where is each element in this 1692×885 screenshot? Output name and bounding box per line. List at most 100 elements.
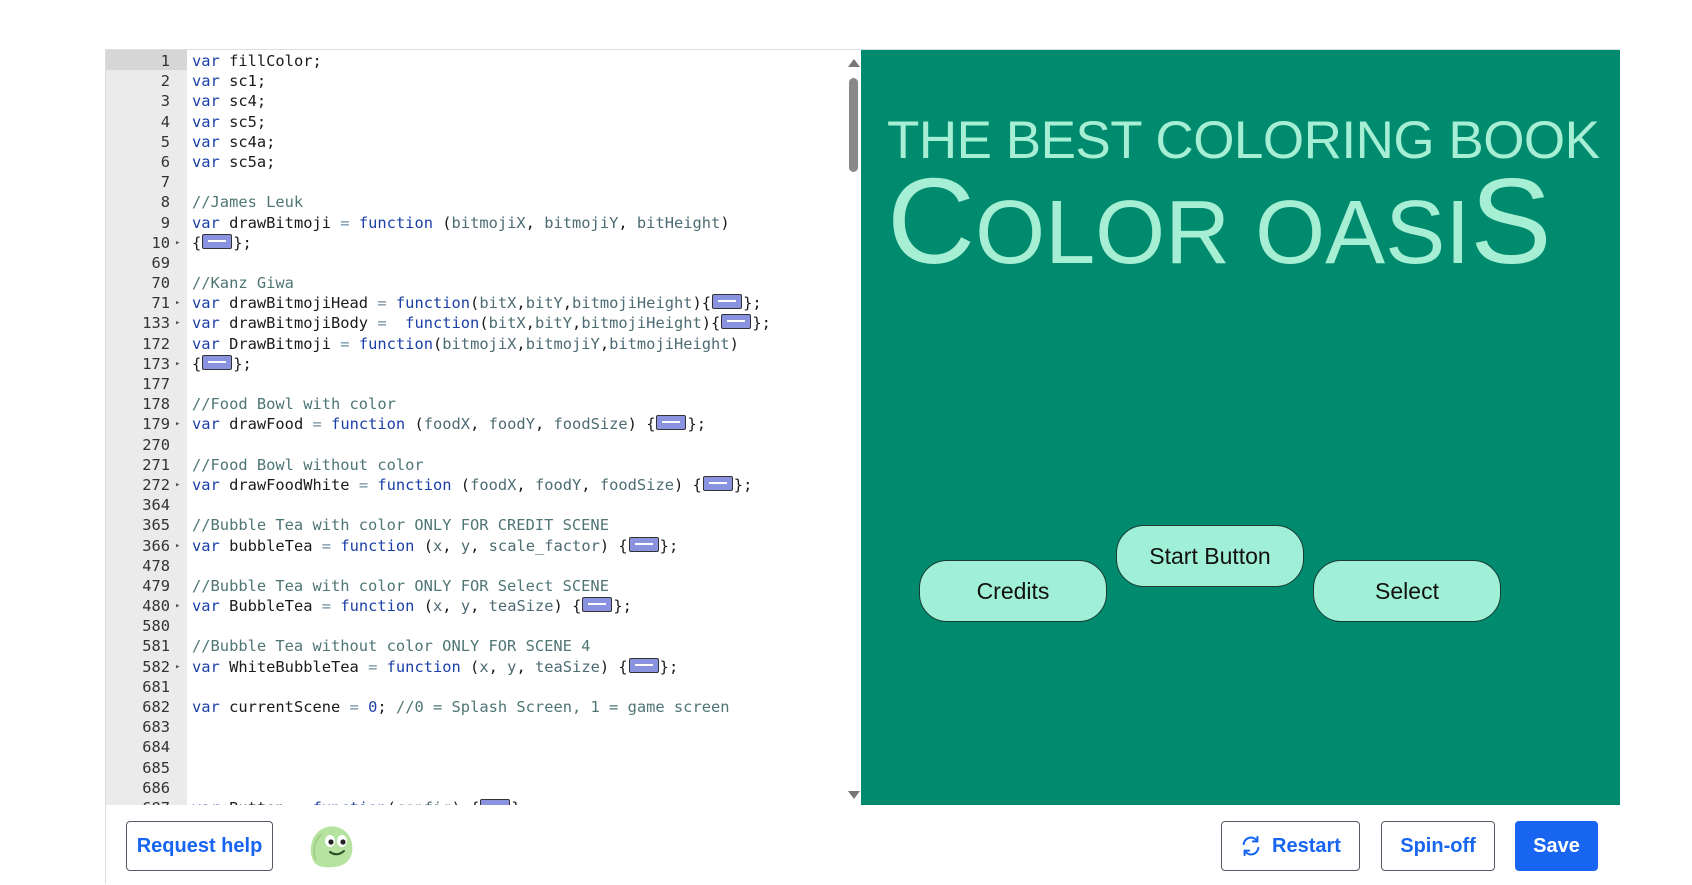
code-line[interactable]: 173 ▸ {}; <box>106 354 851 374</box>
code-line[interactable]: 133 ▸ var drawBitmojiBody = function(bitX,… <box>106 313 851 333</box>
code-line[interactable]: 10 ▸ {}; <box>106 233 851 253</box>
select-button[interactable]: Select <box>1313 560 1501 622</box>
line-number: 479 <box>142 576 170 595</box>
code-line[interactable]: 365 //Bubble Tea with color ONLY FOR CRED… <box>106 515 851 535</box>
code-line[interactable]: 9 var drawBitmoji = function (bitmojiX, b… <box>106 213 851 233</box>
code-line[interactable]: 479 //Bubble Tea with color ONLY FOR Sele… <box>106 576 851 596</box>
code-text: var currentScene = 0; //0 = Splash Scree… <box>192 698 730 716</box>
code-lines[interactable]: 1 var fillColor; 2 var sc1; 3 var sc4; 4 var sc… <box>106 50 851 805</box>
line-number: 2 <box>160 72 170 91</box>
fold-arrow-icon[interactable]: ▸ <box>175 293 185 313</box>
code-line[interactable]: 71 ▸ var drawBitmojiHead = function(bitX,b… <box>106 293 851 313</box>
canvas-title-line2: COLOR OASIS <box>887 160 1552 282</box>
scroll-down-arrow-icon[interactable] <box>848 791 860 799</box>
line-number: 366 <box>142 536 170 555</box>
fold-arrow-icon[interactable]: ▸ <box>175 313 185 333</box>
save-button[interactable]: Save <box>1515 821 1598 871</box>
bottom-toolbar: Request help Restart Spin-off Save <box>106 805 1620 885</box>
code-line[interactable]: 683 <box>106 717 851 737</box>
line-number: 179 <box>142 415 170 434</box>
folded-code-widget-icon[interactable] <box>202 354 233 370</box>
line-number: 172 <box>142 334 170 353</box>
line-number: 10 <box>151 233 170 252</box>
code-text: var BubbleTea = function (x, y, teaSize)… <box>192 597 632 616</box>
avatar-blob-icon[interactable] <box>306 822 356 870</box>
line-number: 271 <box>142 455 170 474</box>
fold-arrow-icon[interactable]: ▸ <box>175 475 185 495</box>
code-text: //Bubble Tea with color ONLY FOR Select … <box>192 576 609 595</box>
program-output-canvas[interactable]: THE BEST COLORING BOOK COLOR OASIS Credi… <box>861 50 1620 805</box>
scroll-up-arrow-icon[interactable] <box>848 59 860 67</box>
code-line[interactable]: 685 <box>106 758 851 778</box>
line-number: 682 <box>142 698 170 716</box>
code-line[interactable]: 177 <box>106 374 851 394</box>
fold-arrow-icon[interactable]: ▸ <box>175 233 185 253</box>
restart-button[interactable]: Restart <box>1221 821 1360 871</box>
line-number: 685 <box>142 758 170 777</box>
credits-button[interactable]: Credits <box>919 560 1107 622</box>
fold-arrow-icon[interactable]: ▸ <box>175 536 185 556</box>
code-text: {}; <box>192 233 252 252</box>
folded-code-widget-icon[interactable] <box>628 536 659 552</box>
line-number: 71 <box>151 294 170 313</box>
code-line[interactable]: 8 //James Leuk <box>106 192 851 212</box>
code-line[interactable]: 4 var sc5; <box>106 112 851 132</box>
code-text: //Food Bowl with color <box>192 395 396 414</box>
scrollbar-thumb[interactable] <box>849 78 858 172</box>
code-line[interactable]: 272 ▸ var drawFoodWhite = function (foodX,… <box>106 475 851 495</box>
fold-arrow-icon[interactable]: ▸ <box>175 798 185 805</box>
code-line[interactable]: 179 ▸ var drawFood = function (foodX, food… <box>106 414 851 434</box>
code-line[interactable]: 2 var sc1; <box>106 71 851 91</box>
code-line[interactable]: 1 var fillColor; <box>106 51 851 71</box>
code-line[interactable]: 682 var currentScene = 0; //0 = Splash Sc… <box>106 697 851 717</box>
code-line[interactable]: 366 ▸ var bubbleTea = function (x, y, scal… <box>106 536 851 556</box>
editor-scrollbar[interactable] <box>844 50 861 805</box>
code-line[interactable]: 687 ▸ var Button = function(config) {}; <box>106 798 851 805</box>
code-line[interactable]: 69 <box>106 253 851 273</box>
line-number: 7 <box>160 173 170 192</box>
folded-code-widget-icon[interactable] <box>628 657 659 673</box>
start-button[interactable]: Start Button <box>1116 525 1304 587</box>
code-text: var drawBitmoji = function (bitmojiX, bi… <box>192 213 730 232</box>
code-line[interactable]: 70 //Kanz Giwa <box>106 273 851 293</box>
code-line[interactable]: 478 <box>106 556 851 576</box>
code-line[interactable]: 7 <box>106 172 851 192</box>
folded-code-widget-icon[interactable] <box>202 233 233 249</box>
code-line[interactable]: 580 <box>106 616 851 636</box>
code-text: //Bubble Tea without color ONLY FOR SCEN… <box>192 637 591 656</box>
code-line[interactable]: 581 //Bubble Tea without color ONLY FOR S… <box>106 636 851 656</box>
fold-arrow-icon[interactable]: ▸ <box>175 596 185 616</box>
spin-off-button[interactable]: Spin-off <box>1381 821 1495 871</box>
code-line[interactable]: 6 var sc5a; <box>106 152 851 172</box>
fold-arrow-icon[interactable]: ▸ <box>175 414 185 434</box>
fold-arrow-icon[interactable]: ▸ <box>175 657 185 677</box>
code-line[interactable]: 178 //Food Bowl with color <box>106 394 851 414</box>
line-number: 365 <box>142 516 170 535</box>
folded-code-widget-icon[interactable] <box>712 294 743 310</box>
code-line[interactable]: 480 ▸ var BubbleTea = function (x, y, teaS… <box>106 596 851 616</box>
folded-code-widget-icon[interactable] <box>702 475 733 491</box>
code-editor[interactable]: 1 var fillColor; 2 var sc1; 3 var sc4; 4 var sc… <box>106 50 861 805</box>
line-number: 478 <box>142 556 170 575</box>
line-number: 69 <box>151 253 170 272</box>
request-help-button[interactable]: Request help <box>126 821 273 871</box>
folded-code-widget-icon[interactable] <box>656 415 687 431</box>
code-text: //Kanz Giwa <box>192 274 294 293</box>
fold-arrow-icon[interactable]: ▸ <box>175 354 185 374</box>
code-text: var sc4a; <box>192 132 276 151</box>
code-line[interactable]: 172 var DrawBitmoji = function(bitmojiX,b… <box>106 334 851 354</box>
code-line[interactable]: 582 ▸ var WhiteBubbleTea = function (x, y,… <box>106 657 851 677</box>
code-line[interactable]: 5 var sc4a; <box>106 132 851 152</box>
title-middle: OLOR OASI <box>975 183 1471 283</box>
code-line[interactable]: 3 var sc4; <box>106 91 851 111</box>
code-line[interactable]: 686 <box>106 778 851 798</box>
code-line[interactable]: 681 <box>106 677 851 697</box>
code-line[interactable]: 270 <box>106 435 851 455</box>
folded-code-widget-icon[interactable] <box>582 597 613 613</box>
code-text: //Bubble Tea with color ONLY FOR CREDIT … <box>192 516 609 535</box>
title-letter-c: C <box>887 153 976 289</box>
code-line[interactable]: 271 //Food Bowl without color <box>106 455 851 475</box>
code-line[interactable]: 684 <box>106 737 851 757</box>
folded-code-widget-icon[interactable] <box>721 314 752 330</box>
code-line[interactable]: 364 <box>106 495 851 515</box>
